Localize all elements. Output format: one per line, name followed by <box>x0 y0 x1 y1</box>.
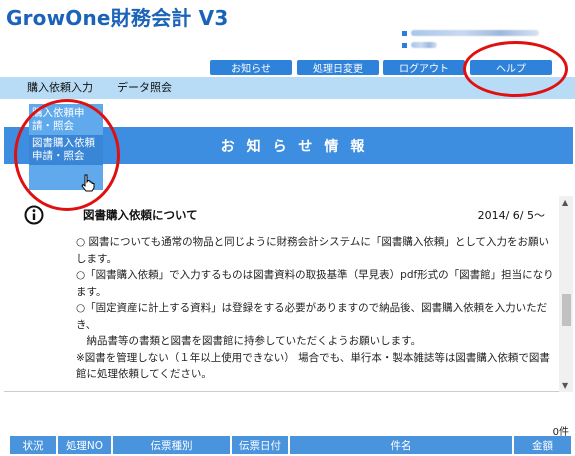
user-bullet-icon <box>402 42 407 48</box>
help-button[interactable]: ヘルプ <box>470 60 552 75</box>
news-line: ※図書を管理しない（１年以上使用できない） 場合でも、単行本・製本雑誌等は図書購… <box>76 351 550 381</box>
user-bullet-icon <box>402 30 407 36</box>
dropdown-item-purchase-request[interactable]: 購入依頼申請・照会 <box>29 105 103 135</box>
hand-cursor-icon <box>81 174 95 192</box>
scrollbar-thumb[interactable] <box>562 294 571 326</box>
info-icon <box>24 205 44 225</box>
column-amount[interactable]: 金額 <box>514 436 571 454</box>
column-process-no[interactable]: 処理NO <box>58 436 113 454</box>
news-line: ○「固定資産に計上する資料」は登録をする必要がありますので納品後、図書購入依頼を… <box>76 302 548 331</box>
column-status[interactable]: 状況 <box>10 436 58 454</box>
column-voucher-type[interactable]: 伝票種別 <box>113 436 232 454</box>
menu-data-inquiry[interactable]: データ照会 <box>117 77 172 99</box>
menu-purchase-request[interactable]: 購入依頼入力 <box>27 77 93 99</box>
user-dept-redacted <box>411 42 437 48</box>
scroll-up-icon[interactable]: ▲ <box>562 198 568 207</box>
logout-button[interactable]: ログアウト <box>383 60 465 75</box>
menu-bar: 購入依頼入力 データ照会 <box>0 77 575 99</box>
app-title: GrowOne財務会計 V3 <box>6 6 229 30</box>
table-header: 状況 処理NO 伝票種別 伝票日付 件名 金額 <box>10 436 571 454</box>
column-subject[interactable]: 件名 <box>290 436 514 454</box>
news-line: ○「図書購入依頼」で入力するものは図書資料の取扱基準（早見表）pdf形式の「図書… <box>76 269 554 298</box>
news-scrollbar[interactable]: ▲ ▼ <box>559 196 573 392</box>
notice-button[interactable]: お知らせ <box>210 60 292 75</box>
news-body: ○ 図書についても通常の物品と同じように財務会計システムに「図書購入依頼」として… <box>76 234 558 383</box>
news-panel: 図書購入依頼について 2014/ 6/ 5～ ○ 図書についても通常の物品と同じ… <box>4 196 573 392</box>
news-line: ○ 図書についても通常の物品と同じように財務会計システムに「図書購入依頼」として… <box>76 236 550 265</box>
dropdown-item-book-purchase-request[interactable]: 図書購入依頼申請・照会 <box>29 135 103 165</box>
user-name-redacted <box>411 30 539 36</box>
user-info <box>402 28 542 52</box>
column-voucher-date[interactable]: 伝票日付 <box>232 436 290 454</box>
scroll-down-icon[interactable]: ▼ <box>562 381 568 390</box>
change-date-button[interactable]: 処理日変更 <box>297 60 379 75</box>
news-line: 納品書等の書類と図書を図書館に持参していただくようお願いします。 <box>76 335 422 347</box>
news-date: 2014/ 6/ 5～ <box>477 209 545 222</box>
news-heading: 図書購入依頼について <box>83 208 198 222</box>
